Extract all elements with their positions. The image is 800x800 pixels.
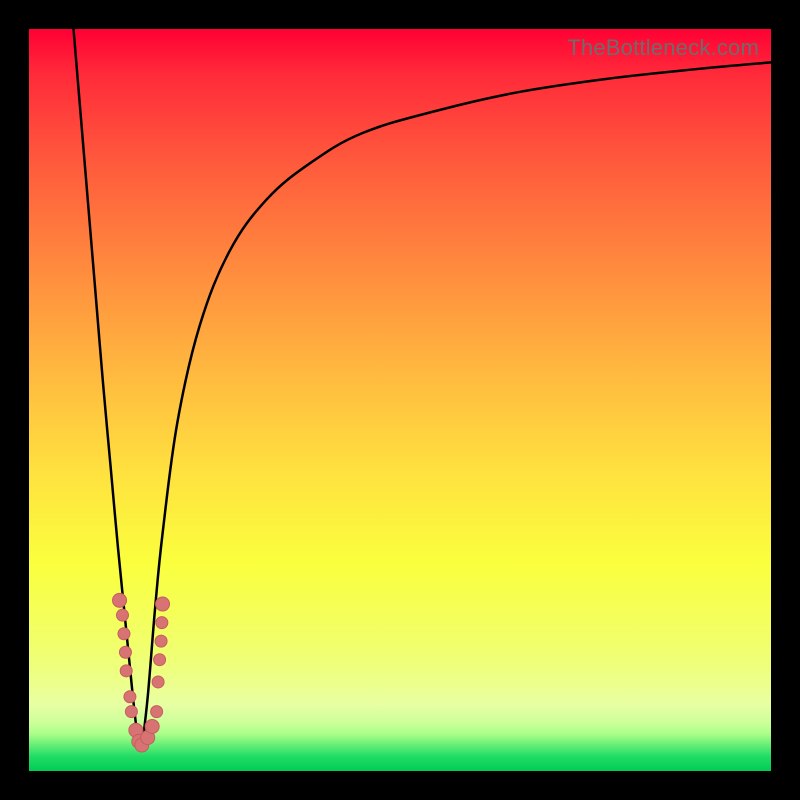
- data-point: [151, 706, 163, 718]
- data-point: [156, 617, 168, 629]
- data-point: [118, 628, 130, 640]
- plot-area: TheBottleneck.com: [29, 29, 771, 771]
- data-point: [145, 719, 159, 733]
- chart-frame: TheBottleneck.com: [0, 0, 800, 800]
- data-point: [155, 635, 167, 647]
- bottleneck-curve-right: [142, 62, 771, 748]
- data-point: [152, 676, 164, 688]
- data-point: [154, 654, 166, 666]
- highlighted-points: [113, 593, 170, 752]
- data-point: [120, 665, 132, 677]
- data-point: [119, 646, 131, 658]
- data-point: [116, 609, 128, 621]
- data-point: [113, 593, 127, 607]
- data-point: [156, 597, 170, 611]
- data-point: [124, 691, 136, 703]
- curve-layer: [29, 29, 771, 771]
- bottleneck-curve-left: [74, 29, 139, 749]
- data-point: [125, 706, 137, 718]
